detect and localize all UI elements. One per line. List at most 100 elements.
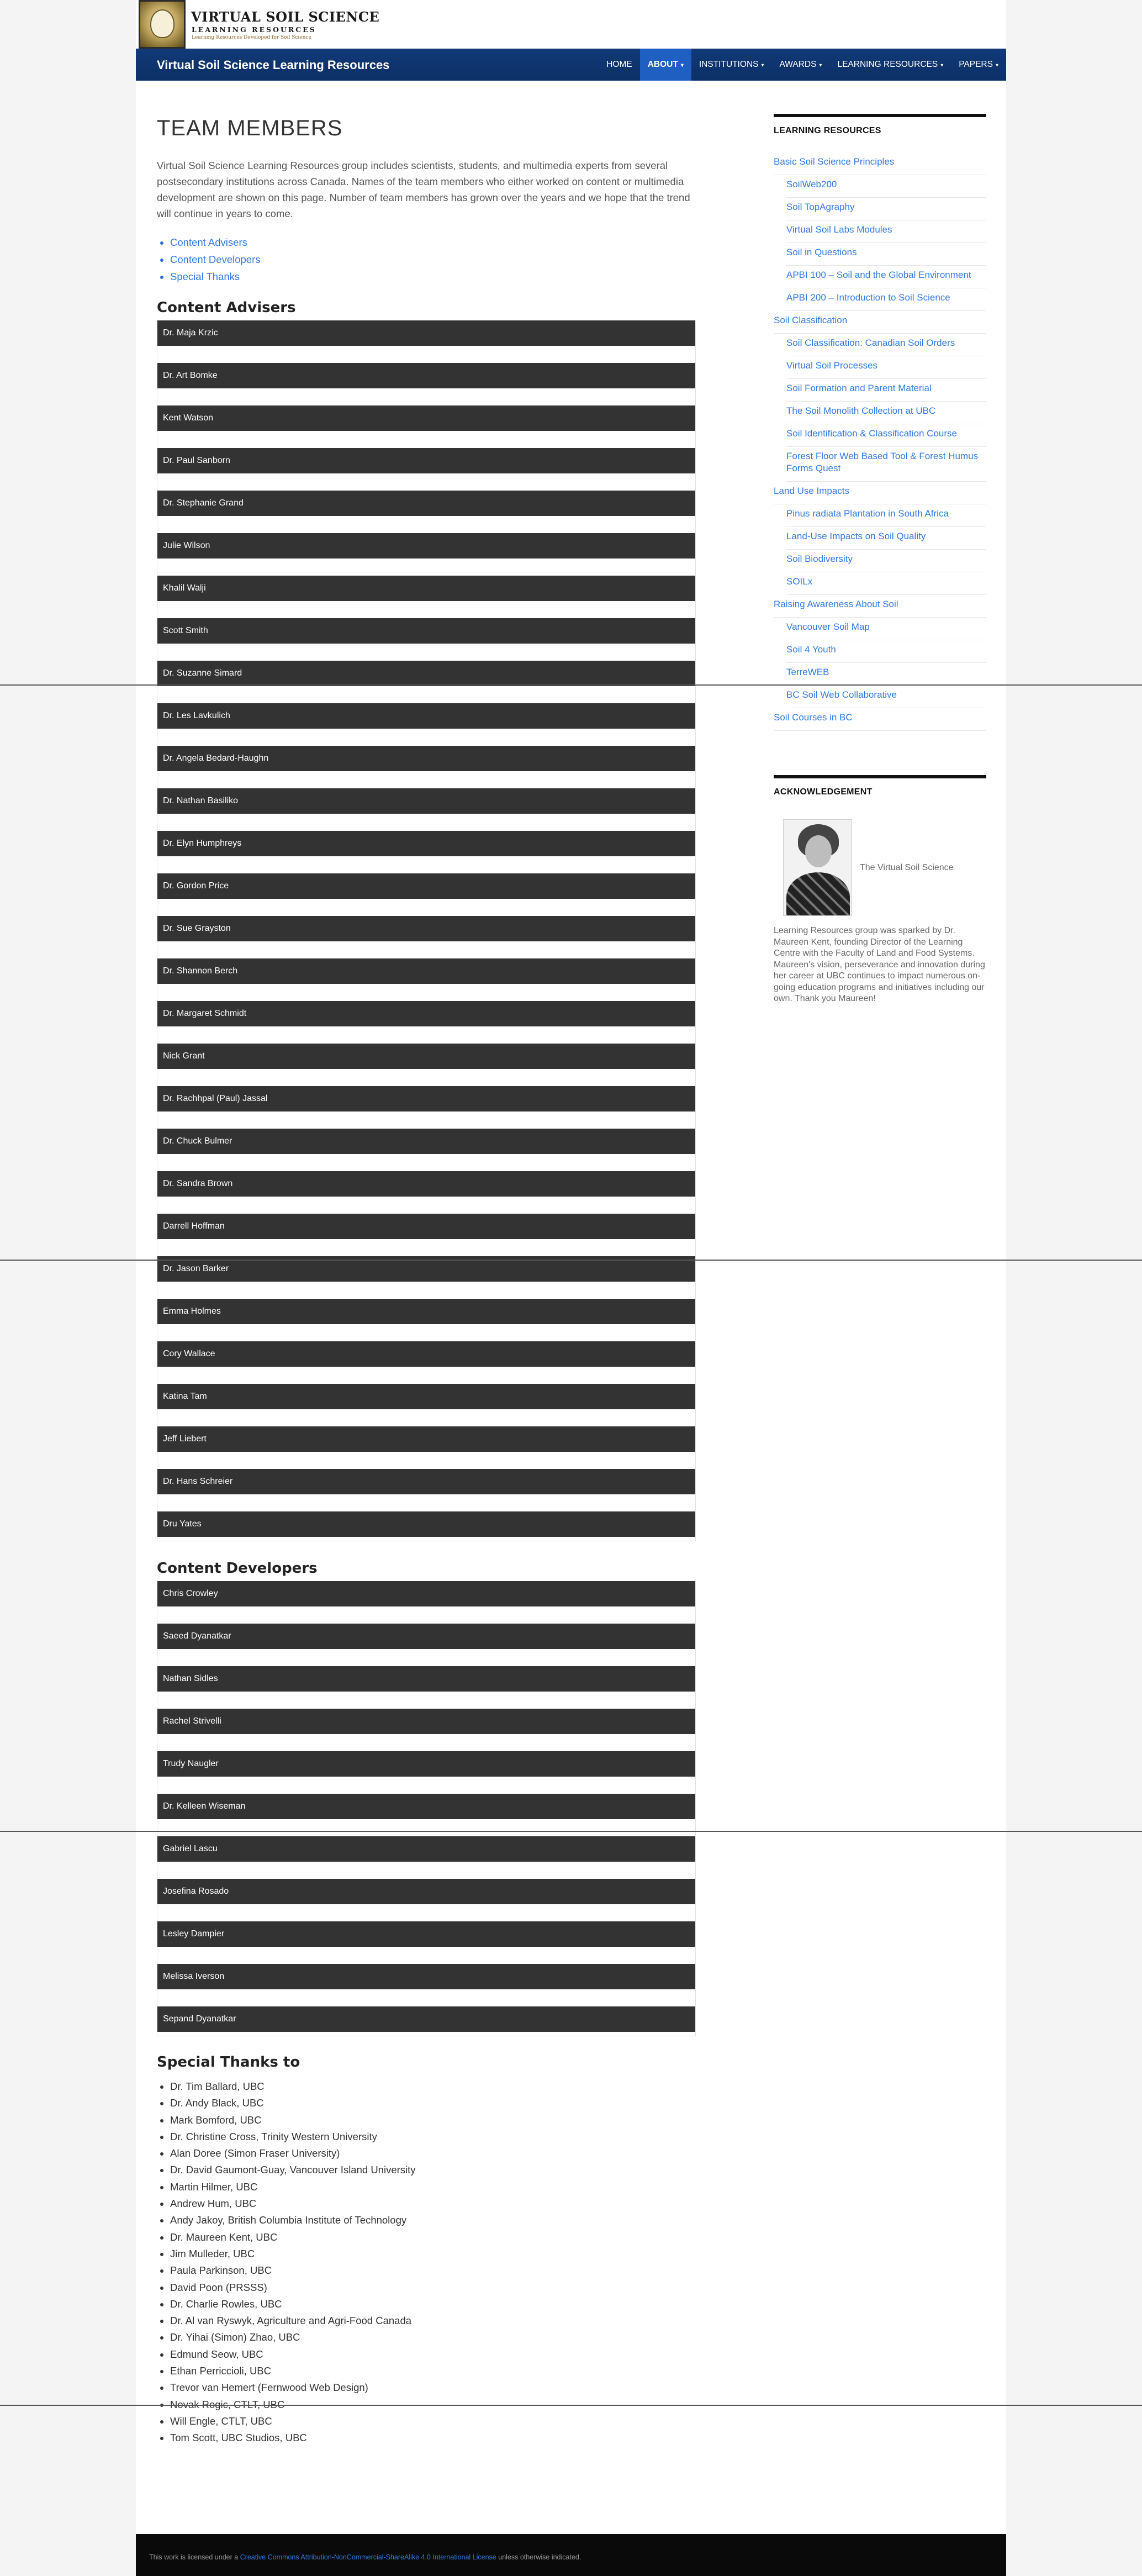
member-name-bar[interactable]: Cory Wallace	[157, 1341, 695, 1367]
member-name-bar[interactable]: Katina Tam	[157, 1384, 695, 1409]
member-name-bar[interactable]: Dr. Paul Sanborn	[157, 448, 695, 473]
sidebar-link-soil-courses-in-bc[interactable]: Soil Courses in BC	[774, 708, 986, 731]
member-name-bar[interactable]: Dr. Stephanie Grand	[157, 491, 695, 516]
sidebar-link-vancouver-soil-map[interactable]: Vancouver Soil Map	[786, 618, 986, 640]
sidebar-link-basic-soil-science-principles[interactable]: Basic Soil Science Principles	[774, 152, 986, 175]
nav-item-awards[interactable]: AWARDS ▾	[772, 49, 830, 81]
list-item: Will Engle, CTLT, UBC	[170, 2413, 696, 2430]
member-name-bar[interactable]: Dr. Rachhpal (Paul) Jassal	[157, 1086, 695, 1111]
sidebar-link-land-use-impacts[interactable]: Land Use Impacts	[774, 482, 986, 504]
sidebar-link-forest-floor-web-based-tool-forest-humus-forms-quest[interactable]: Forest Floor Web Based Tool & Forest Hum…	[786, 447, 986, 482]
member-panel: Dr. Sandra Brown	[157, 1171, 696, 1214]
sidebar-link-raising-awareness-about-soil[interactable]: Raising Awareness About Soil	[774, 595, 986, 618]
sidebar-link-soilx[interactable]: SOILx	[786, 572, 986, 595]
nav-menu: HOME ABOUT ▾ INSTITUTIONS ▾ AWARDS ▾ LEARNING R…	[599, 49, 1006, 81]
member-name-bar[interactable]: Lesley Dampier	[157, 1921, 695, 1947]
member-name-bar[interactable]: Dr. Chuck Bulmer	[157, 1129, 695, 1154]
toc-link-special-thanks[interactable]: Special Thanks	[170, 271, 240, 282]
member-panel: Saeed Dyanatkar	[157, 1624, 696, 1666]
nav-item-about[interactable]: ABOUT ▾	[639, 49, 691, 81]
member-name-bar[interactable]: Dr. Elyn Humphreys	[157, 831, 695, 856]
member-name-bar[interactable]: Dr. Hans Schreier	[157, 1469, 695, 1494]
sidebar-link-the-soil-monolith-collection-at-ubc[interactable]: The Soil Monolith Collection at UBC	[786, 402, 986, 424]
member-panel: Nick Grant	[157, 1044, 696, 1086]
list-item: Martin Hilmer, UBC	[170, 2179, 696, 2195]
member-name-bar[interactable]: Dr. Gordon Price	[157, 873, 695, 899]
sidebar-link-soil-in-questions[interactable]: Soil in Questions	[786, 243, 986, 266]
nav-item-home[interactable]: HOME	[599, 49, 640, 81]
member-name-bar[interactable]: Melissa Iverson	[157, 1964, 695, 1989]
member-name-bar[interactable]: Gabriel Lascu	[157, 1836, 695, 1862]
member-name-bar[interactable]: Dr. Margaret Schmidt	[157, 1001, 695, 1026]
member-name-bar[interactable]: Chris Crowley	[157, 1581, 695, 1606]
soil-emblem-icon	[150, 9, 175, 38]
member-name-bar[interactable]: Dr. Sue Grayston	[157, 916, 695, 941]
member-name-bar[interactable]: Dr. Angela Bedard-Haughn	[157, 746, 695, 771]
sidebar-link-soilweb200[interactable]: SoilWeb200	[786, 175, 986, 198]
member-panel: Rachel Strivelli	[157, 1709, 696, 1751]
sidebar-link-virtual-soil-processes[interactable]: Virtual Soil Processes	[786, 356, 986, 379]
member-panel: Dr. Elyn Humphreys	[157, 831, 696, 873]
member-name-bar[interactable]: Jeff Liebert	[157, 1426, 695, 1452]
sidebar-link-soil-4-youth[interactable]: Soil 4 Youth	[786, 640, 986, 663]
acknowledgement-title: ACKNOWLEDGEMENT	[774, 775, 986, 797]
nav-item-papers[interactable]: PAPERS ▾	[951, 49, 1006, 81]
nav-item-learning-resources[interactable]: LEARNING RESOURCES ▾	[829, 49, 951, 81]
license-link[interactable]: Creative Commons Attribution-NonCommerci…	[240, 2553, 496, 2561]
member-panel: Jeff Liebert	[157, 1426, 696, 1469]
member-panel: Julie Wilson	[157, 533, 696, 576]
member-name-bar[interactable]: Dr. Les Lavkulich	[157, 703, 695, 729]
sidebar-link-apbi-200-introduction-to-soil-science[interactable]: APBI 200 – Introduction to Soil Science	[786, 288, 986, 311]
nav-item-institutions[interactable]: INSTITUTIONS ▾	[691, 49, 772, 81]
sidebar-link-soil-classification[interactable]: Soil Classification	[774, 311, 986, 334]
member-name-bar[interactable]: Emma Holmes	[157, 1299, 695, 1324]
page-title: TEAM MEMBERS	[157, 116, 343, 140]
sidebar-link-soil-topagraphy[interactable]: Soil TopAgraphy	[786, 198, 986, 220]
member-panel: Lesley Dampier	[157, 1921, 696, 1964]
member-name-bar[interactable]: Trudy Naugler	[157, 1751, 695, 1777]
member-name-bar[interactable]: Saeed Dyanatkar	[157, 1624, 695, 1649]
member-name-bar[interactable]: Dr. Suzanne Simard	[157, 661, 695, 686]
advisers-list: Dr. Maja Krzic Dr. Art Bomke Kent Watson Dr…	[157, 320, 696, 1541]
member-name-bar[interactable]: Dru Yates	[157, 1511, 695, 1537]
member-name-bar[interactable]: Nick Grant	[157, 1044, 695, 1069]
toc-link-content-developers[interactable]: Content Developers	[170, 254, 261, 265]
sidebar-link-soil-classification-canadian-soil-orders[interactable]: Soil Classification: Canadian Soil Order…	[786, 334, 986, 356]
member-name-bar[interactable]: Dr. Kelleen Wiseman	[157, 1794, 695, 1819]
member-name-bar[interactable]: Kent Watson	[157, 405, 695, 431]
member-name-bar[interactable]: Dr. Shannon Berch	[157, 958, 695, 984]
toc-link-content-advisers[interactable]: Content Advisers	[170, 236, 247, 248]
sidebar-link-terreweb[interactable]: TerreWEB	[786, 663, 986, 686]
list-item: David Poon (PRSSS)	[170, 2279, 696, 2296]
list-item: Jim Mulleder, UBC	[170, 2246, 696, 2262]
member-name-bar[interactable]: Dr. Maja Krzic	[157, 320, 695, 346]
member-name-bar[interactable]: Scott Smith	[157, 618, 695, 644]
member-name-bar[interactable]: Khalil Walji	[157, 576, 695, 601]
member-name-bar[interactable]: Nathan Sidles	[157, 1666, 695, 1692]
sidebar-link-soil-identification-classification-course[interactable]: Soil Identification & Classification Cou…	[786, 424, 986, 447]
brand-title[interactable]: VIRTUAL SOIL SCIENCE	[191, 9, 379, 25]
member-name-bar[interactable]: Julie Wilson	[157, 533, 695, 559]
site-logo[interactable]	[139, 0, 186, 49]
sidebar-link-bc-soil-web-collaborative[interactable]: BC Soil Web Collaborative	[786, 686, 986, 708]
member-name-bar[interactable]: Josefina Rosado	[157, 1879, 695, 1904]
member-name-bar[interactable]: Darrell Hoffman	[157, 1214, 695, 1239]
acknowledgement-widget: ACKNOWLEDGEMENT The Virtual Soil Science…	[774, 775, 986, 1005]
member-panel: Dr. Sue Grayston	[157, 916, 696, 958]
member-name-bar[interactable]: Dr. Nathan Basiliko	[157, 788, 695, 814]
sidebar-link-soil-biodiversity[interactable]: Soil Biodiversity	[786, 550, 986, 572]
sidebar-link-pinus-radiata-plantation-in-south-africa[interactable]: Pinus radiata Plantation in South Africa	[786, 504, 986, 527]
member-name-bar[interactable]: Dr. Sandra Brown	[157, 1171, 695, 1197]
member-name-bar[interactable]: Dr. Art Bomke	[157, 363, 695, 388]
list-item: Ethan Perriccioli, UBC	[170, 2363, 696, 2379]
divider-line	[0, 1831, 1142, 1832]
special-thanks-list: Dr. Tim Ballard, UBCDr. Andy Black, UBCM…	[157, 2078, 696, 2447]
member-name-bar[interactable]: Sepand Dyanatkar	[157, 2006, 695, 2032]
sidebar-link-virtual-soil-labs-modules[interactable]: Virtual Soil Labs Modules	[786, 220, 986, 243]
member-name-bar[interactable]: Rachel Strivelli	[157, 1709, 695, 1734]
toc-item: Special Thanks	[170, 268, 696, 285]
sidebar-link-apbi-100-soil-and-the-global-environment[interactable]: APBI 100 – Soil and the Global Environme…	[786, 266, 986, 288]
sidebar-link-soil-formation-and-parent-material[interactable]: Soil Formation and Parent Material	[786, 379, 986, 402]
sidebar-link-land-use-impacts-on-soil-quality[interactable]: Land-Use Impacts on Soil Quality	[786, 527, 986, 550]
site-title-link[interactable]: Virtual Soil Science Learning Resources	[157, 58, 389, 72]
